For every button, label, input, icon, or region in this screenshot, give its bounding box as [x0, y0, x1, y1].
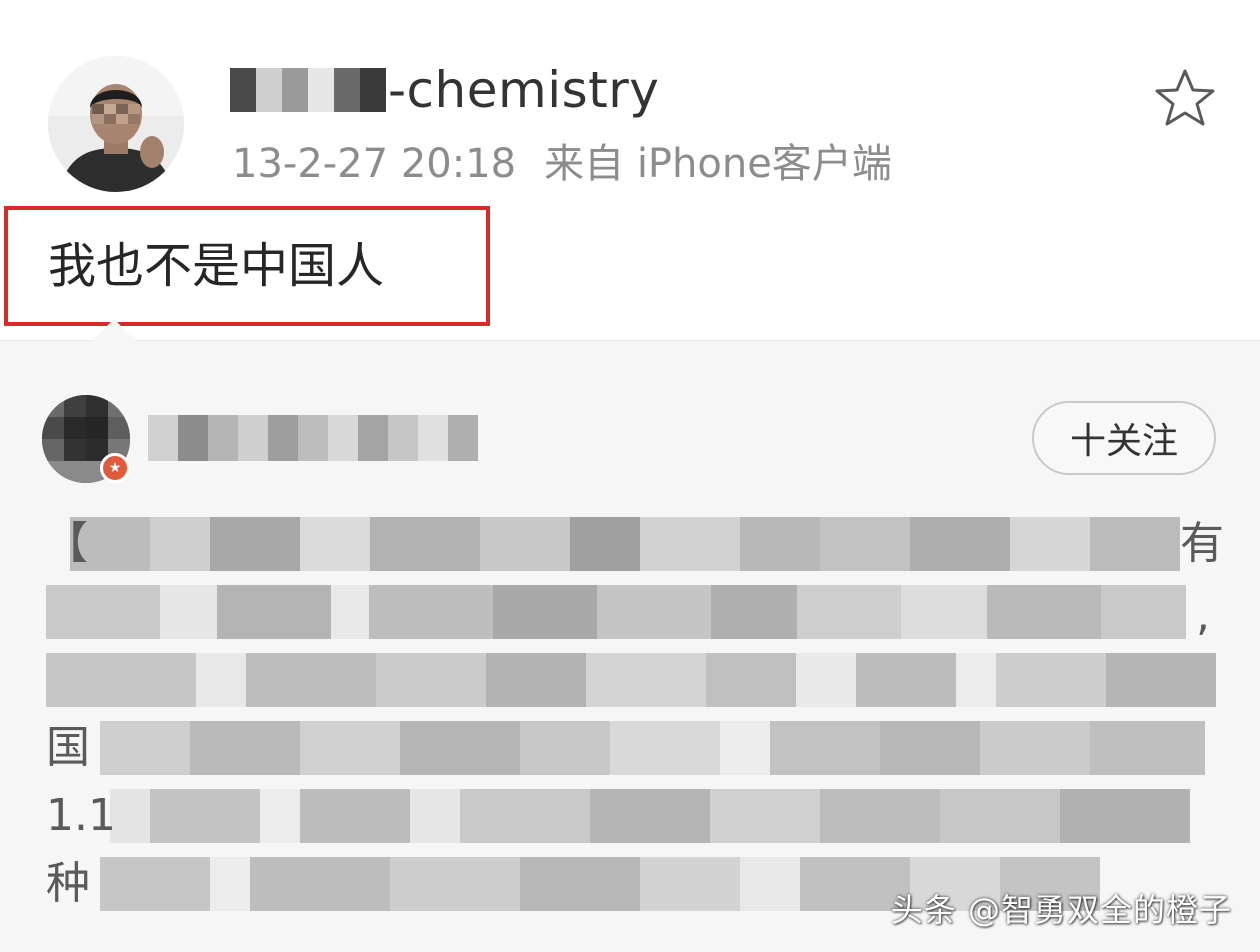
- username-blurred-part: [230, 66, 386, 114]
- text-fragment: 1.1: [46, 790, 116, 841]
- blurred-text-line: [110, 789, 1190, 843]
- weibo-screenshot: -chemistry 13-2-27 20:18 来自 iPhone客户端 我也不…: [0, 0, 1260, 952]
- repost-author-name-blurred[interactable]: [148, 415, 478, 461]
- reposted-weibo[interactable]: ★ 十关注 【 有 , 国 1.1 种 头条 @智勇双全的橙子: [0, 319, 1260, 952]
- repost-pointer: [92, 319, 136, 341]
- blurred-text-line: [46, 653, 1216, 707]
- blurred-text-line: [70, 517, 1180, 571]
- star-outline-icon[interactable]: [1152, 66, 1218, 132]
- user-avatar[interactable]: [48, 56, 184, 192]
- post-content-text: 我也不是中国人: [48, 238, 385, 294]
- text-fragment: 国: [46, 722, 90, 773]
- text-fragment: ,: [1196, 590, 1210, 641]
- text-fragment: 种: [46, 858, 90, 909]
- post-timestamp: 13-2-27 20:18: [232, 141, 517, 187]
- username-row[interactable]: -chemistry: [230, 58, 659, 122]
- text-fragment: 【: [44, 518, 88, 569]
- text-fragment: 有: [1180, 518, 1224, 569]
- follow-button[interactable]: 十关注: [1032, 401, 1216, 475]
- post-header: -chemistry 13-2-27 20:18 来自 iPhone客户端: [0, 0, 1260, 200]
- post-meta: 13-2-27 20:18 来自 iPhone客户端: [232, 136, 892, 192]
- username[interactable]: -chemistry: [388, 58, 659, 122]
- blurred-text-line: [100, 721, 1215, 775]
- watermark: 头条 @智勇双全的橙子: [890, 891, 1232, 929]
- post-source: 来自 iPhone客户端: [544, 141, 892, 187]
- verified-star-icon: ★: [100, 453, 130, 483]
- blurred-text-line: [46, 585, 1186, 639]
- highlighted-post-content: 我也不是中国人: [4, 206, 490, 326]
